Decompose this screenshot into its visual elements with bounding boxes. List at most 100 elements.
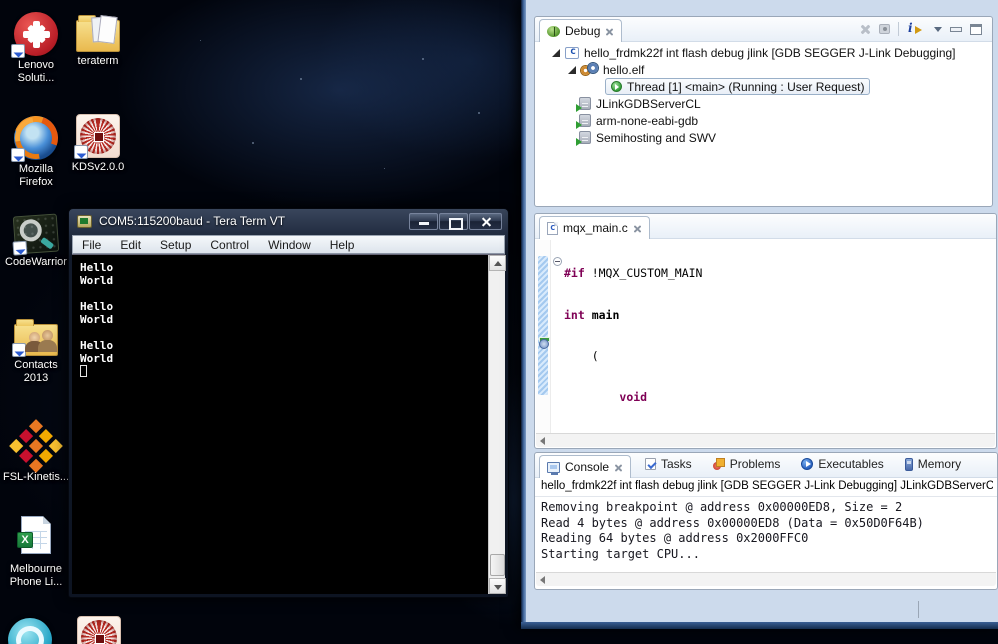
desktop-icon-label: FSL-Kinetis... xyxy=(2,471,70,483)
instruction-pointer-marker-icon xyxy=(538,337,550,349)
fold-collapse-icon[interactable] xyxy=(553,257,562,266)
minimize-button[interactable] xyxy=(409,213,438,230)
shortcut-arrow-icon xyxy=(12,240,28,256)
tab-label: Tasks xyxy=(661,457,692,471)
console-line: Starting target CPU... xyxy=(541,546,700,561)
executables-icon xyxy=(801,458,814,470)
folder-icon xyxy=(76,15,120,52)
instruction-step-icon[interactable] xyxy=(907,21,926,36)
tab-memory[interactable]: Memory xyxy=(903,457,963,471)
close-button[interactable] xyxy=(469,213,502,230)
menu-control[interactable]: Control xyxy=(210,238,249,252)
tab-executables[interactable]: Executables xyxy=(799,457,885,471)
remove-terminated-icon[interactable] xyxy=(860,24,871,35)
selected-row-box: Thread [1] <main> (Running : User Reques… xyxy=(605,78,871,95)
teraterm-window: COM5:115200baud - Tera Term VT File Edit… xyxy=(68,208,509,598)
editor-panel: mqx_main.c #if !MQX_CUSTOM_MAIN int main… xyxy=(534,213,997,569)
console-title: hello_frdmk22f int flash debug jlink [GD… xyxy=(541,480,993,492)
tab-label: Problems xyxy=(729,457,781,471)
tree-row-thread[interactable]: Thread [1] <main> (Running : User Reques… xyxy=(535,78,992,95)
tree-row-gdb[interactable]: arm-none-eabi-gdb xyxy=(535,112,992,129)
tab-tasks[interactable]: Tasks xyxy=(643,457,694,471)
kds-icon xyxy=(74,114,120,159)
console-line: Reading 64 bytes @ address 0x2000FFC0 xyxy=(541,531,809,545)
desktop-icon-label: CodeWarrior xyxy=(5,256,67,268)
desktop-icon-teraterm-folder[interactable]: teraterm xyxy=(62,12,134,68)
maximize-button[interactable] xyxy=(439,213,468,230)
shortcut-arrow-icon xyxy=(11,44,25,58)
thread-icon xyxy=(611,81,622,92)
tree-row-jlink-server[interactable]: JLinkGDBServerCL xyxy=(535,95,992,112)
minimize-view-icon[interactable] xyxy=(950,26,962,32)
expander-icon[interactable] xyxy=(568,65,576,74)
star xyxy=(300,78,302,80)
tab-label: mqx_main.c xyxy=(563,221,628,235)
desktop-icon-kds[interactable]: KDSv2.0.0 xyxy=(62,114,134,174)
teraterm-titlebar[interactable]: COM5:115200baud - Tera Term VT xyxy=(69,209,508,235)
desktop-icon-fsl-kinetis[interactable]: FSL-Kinetis... xyxy=(0,424,72,484)
tree-row-semihosting[interactable]: Semihosting and SWV xyxy=(535,129,992,146)
code-line: int main xyxy=(564,307,620,322)
teraterm-app-icon xyxy=(77,215,92,228)
tree-row-label: Thread [1] <main> (Running : User Reques… xyxy=(627,79,865,94)
desktop-icon-melbourne-phone-list[interactable]: Melbourne Phone Li... xyxy=(0,514,72,589)
code-line: ( xyxy=(564,348,599,363)
console-icon xyxy=(547,461,560,475)
view-menu-icon[interactable] xyxy=(934,26,942,36)
scrollbar-thumb[interactable] xyxy=(490,554,505,576)
console-horizontal-scrollbar[interactable] xyxy=(536,572,996,586)
star xyxy=(384,168,385,169)
menu-help[interactable]: Help xyxy=(330,238,355,252)
desktop-icon-contacts-2013[interactable]: Contacts 2013 xyxy=(0,316,72,385)
shortcut-arrow-icon xyxy=(12,343,26,357)
close-tab-icon[interactable] xyxy=(614,463,623,472)
close-tab-icon[interactable] xyxy=(633,224,642,233)
debug-view-panel: Debug hello_frdmk22f int flash debug jli… xyxy=(534,16,993,207)
star xyxy=(422,58,424,60)
maximize-view-icon[interactable] xyxy=(970,23,982,35)
scroll-up-icon[interactable] xyxy=(489,255,506,271)
debug-toolbar xyxy=(860,21,982,36)
console-output[interactable]: Removing breakpoint @ address 0x00000ED8… xyxy=(541,500,995,562)
tree-row-launch-config[interactable]: hello_frdmk22f int flash debug jlink [GD… xyxy=(535,44,992,61)
scroll-left-icon[interactable] xyxy=(540,576,545,584)
range-indicator xyxy=(538,256,548,395)
console-separator xyxy=(535,496,997,497)
tab-debug[interactable]: Debug xyxy=(539,19,623,42)
terminal-content[interactable]: Hello World Hello World Hello World xyxy=(72,254,506,594)
menu-edit[interactable]: Edit xyxy=(120,238,141,252)
terminal-scrollbar[interactable] xyxy=(488,255,506,594)
tree-row-label: hello.elf xyxy=(603,62,645,77)
star xyxy=(252,142,254,144)
scroll-down-icon[interactable] xyxy=(489,578,506,594)
tasks-icon xyxy=(645,458,656,470)
expander-icon[interactable] xyxy=(552,48,560,57)
tree-row-label: JLinkGDBServerCL xyxy=(596,96,701,111)
tab-mqx-main-c[interactable]: mqx_main.c xyxy=(539,216,650,239)
tab-console[interactable]: Console xyxy=(539,455,632,478)
close-tab-icon[interactable] xyxy=(605,27,614,36)
tab-problems[interactable]: Problems xyxy=(711,457,783,471)
debug-view-header: Debug xyxy=(535,17,992,42)
menu-file[interactable]: File xyxy=(82,238,101,252)
menu-window[interactable]: Window xyxy=(268,238,311,252)
code-line: void xyxy=(619,389,648,404)
teraterm-menubar: File Edit Setup Control Window Help xyxy=(72,235,505,254)
menu-setup[interactable]: Setup xyxy=(160,238,191,252)
editor-horizontal-scrollbar[interactable] xyxy=(536,433,995,447)
tab-label: Console xyxy=(565,460,610,474)
desktop-icon-label: teraterm xyxy=(77,55,119,67)
disconnect-icon[interactable] xyxy=(879,24,890,34)
tree-row-hello-elf[interactable]: hello.elf xyxy=(535,61,992,78)
eclipse-window: Debug hello_frdmk22f int flash debug jli… xyxy=(521,0,998,629)
code-line: #if !MQX_CUSTOM_MAIN xyxy=(564,266,703,281)
excel-logo-icon xyxy=(17,532,33,548)
desktop-icon-kds-partial[interactable] xyxy=(77,616,121,644)
editor-annotation-ruler[interactable] xyxy=(536,240,551,433)
desktop-icon-label: Contacts 2013 xyxy=(14,359,58,384)
lenovo-solutions-icon xyxy=(11,12,58,58)
scroll-left-icon[interactable] xyxy=(540,437,545,445)
tab-label: Debug xyxy=(565,24,601,38)
desktop-icon-codewarrior[interactable]: CodeWarrior xyxy=(0,212,72,269)
